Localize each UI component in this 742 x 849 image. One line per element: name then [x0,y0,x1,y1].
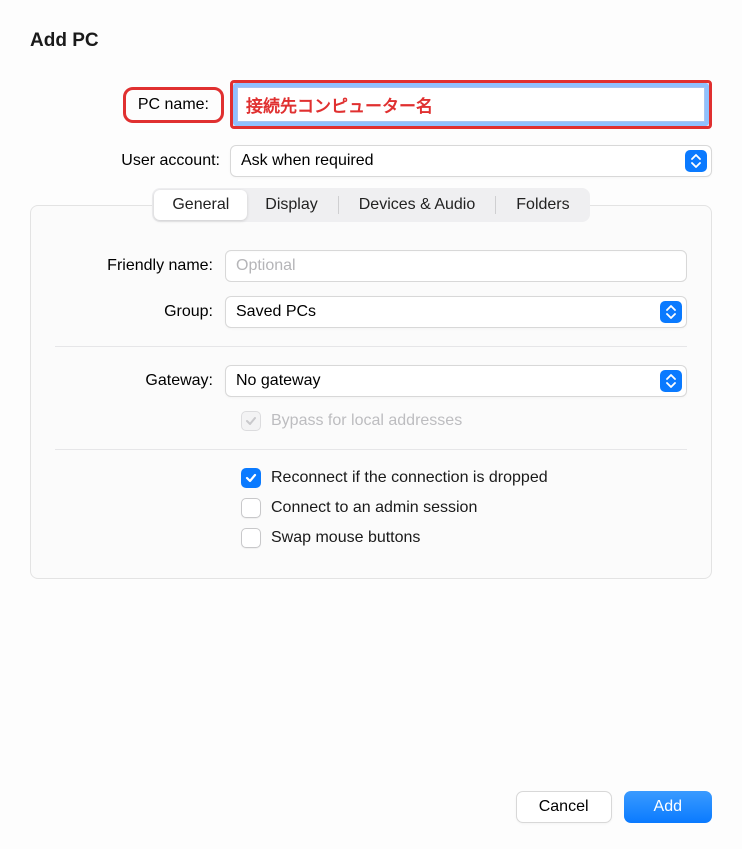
row-reconnect: Reconnect if the connection is dropped [55,468,687,488]
bypass-label: Bypass for local addresses [271,412,462,430]
row-friendly-name: Friendly name: [55,250,687,282]
dialog-title: Add PC [30,30,712,52]
reconnect-checkbox[interactable] [241,468,261,488]
user-account-select[interactable]: Ask when required [230,145,712,177]
swap-mouse-checkbox[interactable] [241,528,261,548]
reconnect-label: Reconnect if the connection is dropped [271,469,548,487]
divider [55,346,687,347]
pc-name-focus-ring: 接続先コンピューター名 [233,83,709,126]
gateway-label: Gateway: [55,372,225,390]
group-label: Group: [55,303,225,321]
friendly-name-input[interactable] [225,250,687,282]
row-admin: Connect to an admin session [55,498,687,518]
pc-name-input[interactable]: 接続先コンピューター名 [237,87,705,122]
bypass-checkbox [241,411,261,431]
tab-folders[interactable]: Folders [498,190,587,220]
chevrons-icon [685,150,707,172]
row-group: Group: Saved PCs [55,296,687,328]
add-button[interactable]: Add [624,791,712,823]
user-account-value: Ask when required [241,152,374,170]
pc-name-label-highlight: PC name: [123,87,224,123]
pc-name-label: PC name: [30,87,230,123]
admin-checkbox[interactable] [241,498,261,518]
gateway-select[interactable]: No gateway [225,365,687,397]
cancel-button[interactable]: Cancel [516,791,612,823]
user-account-label: User account: [30,152,230,170]
row-pc-name: PC name: 接続先コンピューター名 [30,80,712,129]
pc-name-highlight-box: 接続先コンピューター名 [230,80,712,129]
chevrons-icon [660,370,682,392]
tab-general[interactable]: General [154,190,247,220]
tab-separator [338,196,339,214]
friendly-name-label: Friendly name: [55,257,225,275]
pc-name-value: 接続先コンピューター名 [246,97,433,116]
admin-label: Connect to an admin session [271,499,477,517]
dialog-footer: Cancel Add [516,791,712,823]
row-user-account: User account: Ask when required [30,145,712,177]
group-select[interactable]: Saved PCs [225,296,687,328]
tab-bar: General Display Devices & Audio Folders [152,188,589,222]
group-value: Saved PCs [236,303,316,321]
tab-devices-audio[interactable]: Devices & Audio [341,190,494,220]
gateway-value: No gateway [236,372,321,390]
settings-panel: General Display Devices & Audio Folders … [30,205,712,579]
tab-display[interactable]: Display [247,190,335,220]
row-bypass: Bypass for local addresses [55,411,687,431]
row-gateway: Gateway: No gateway [55,365,687,397]
tab-separator [495,196,496,214]
swap-mouse-label: Swap mouse buttons [271,529,420,547]
row-swap-mouse: Swap mouse buttons [55,528,687,548]
chevrons-icon [660,301,682,323]
divider [55,449,687,450]
